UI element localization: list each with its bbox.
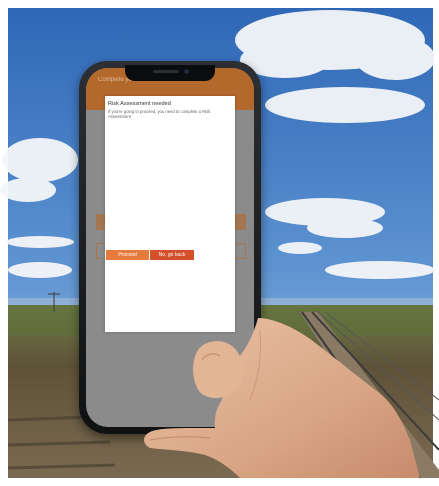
dialog-title: Risk Assessment needed xyxy=(108,101,171,107)
dialog-message: If you're going to proceed, you need to … xyxy=(108,109,211,119)
phone-screen: Complete your Risk Assessment after Risk… xyxy=(86,68,254,427)
go-back-button[interactable]: No, go back xyxy=(150,250,194,260)
proceed-button[interactable]: Proceed xyxy=(106,250,149,260)
phone-notch xyxy=(125,65,215,81)
speaker-grille xyxy=(153,70,179,73)
risk-assessment-dialog: Risk Assessment needed If you're going t… xyxy=(105,96,235,332)
front-camera xyxy=(184,69,189,74)
photo-scene: Complete your Risk Assessment after Risk… xyxy=(0,0,439,486)
